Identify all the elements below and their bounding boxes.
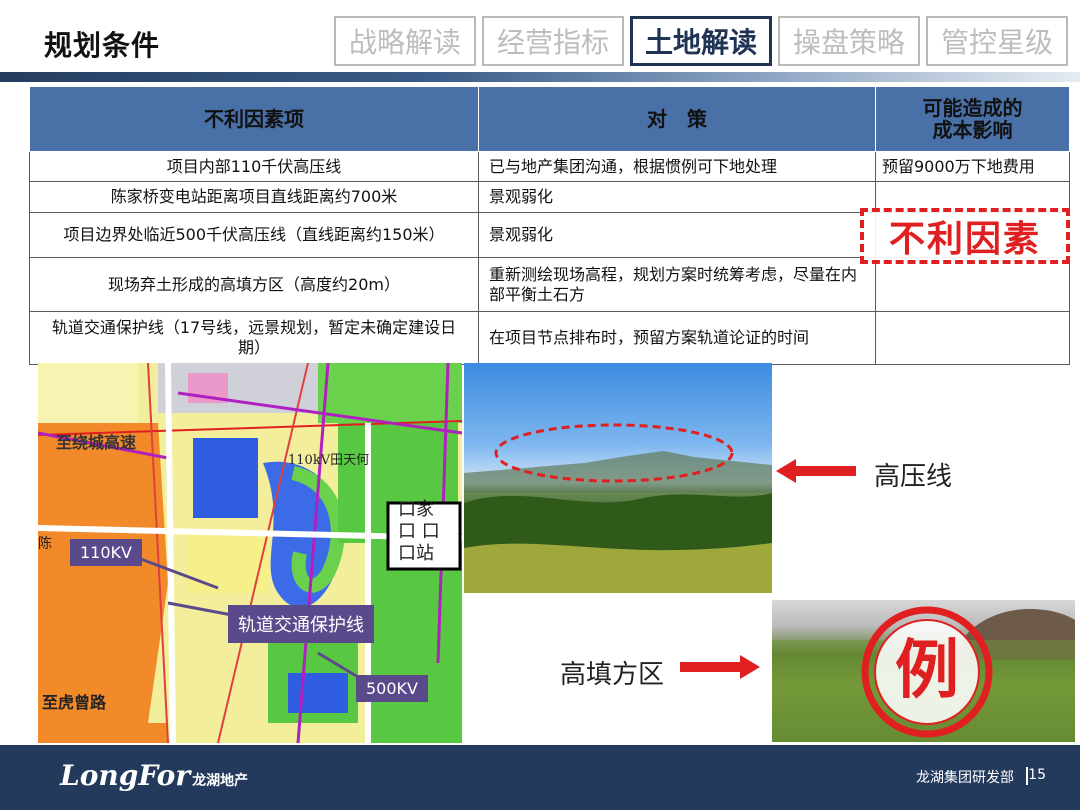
section-tabs: 战略解读 经营指标 土地解读 操盘策略 管控星级 [334,16,1068,66]
map-left-edge-label: 陈 [38,536,52,552]
table-cell: 在项目节点排布时，预留方案轨道论证的时间 [478,311,876,365]
tab-operations[interactable]: 经营指标 [482,16,624,66]
table-cell: 现场弃土形成的高填方区（高度约20m） [29,257,479,312]
map-road-label-top: 至绕城高速 [56,433,137,452]
arrow-high-fill [680,655,760,679]
table-row: 轨道交通保护线（17号线，远景规划，暂定未确定建设日期） 在项目节点排布时，预留… [29,311,1070,365]
table-row: 现场弃土形成的高填方区（高度约20m） 重新测绘现场高程，规划方案时统筹考虑，尽… [29,257,1070,312]
table-header-cell: 可能造成的 成本影响 [875,86,1070,152]
annotation-high-voltage: 高压线 [874,462,953,492]
logo-text: LongFor [60,759,191,792]
arrow-high-voltage [776,459,856,483]
table-cell [875,311,1070,365]
annotation-high-fill: 高填方区 [560,660,665,690]
page-number: 15 [1028,767,1046,783]
map-road-label-bottom: 至虎曾路 [42,693,107,712]
map-line-label: 110kV田天何 [288,453,370,468]
company-logo: LongFor 龙湖地产 [60,759,248,792]
table-header-cell: 不利因素项 [29,86,479,152]
tab-control[interactable]: 管控星级 [926,16,1068,66]
table-cell [875,257,1070,312]
table-cell: 项目边界处临近500千伏高压线（直线距离约150米） [29,212,479,258]
map-label-110kv: 110KV [70,539,142,566]
map-label-rail-protection: 轨道交通保护线 [228,605,374,643]
table-header-row: 不利因素项 对 策 可能造成的 成本影响 [29,86,1070,152]
table-cell: 已与地产集团沟通，根据惯例可下地处理 [478,151,876,182]
map-label-500kv: 500KV [356,675,428,702]
table-cell: 重新测绘现场高程，规划方案时统筹考虑，尽量在内部平衡土石方 [478,257,876,312]
table-cell: 轨道交通保护线（17号线，远景规划，暂定未确定建设日期） [29,311,479,365]
map-station-label: 口家 口 口 口站 [398,499,440,564]
table-cell: 陈家桥变电站距离项目直线距离约700米 [29,181,479,213]
table-cell: 项目内部110千伏高压线 [29,151,479,182]
high-voltage-photo-graphic [464,423,772,593]
tab-tactics[interactable]: 操盘策略 [778,16,920,66]
adverse-factor-stamp: 不利因素 [860,208,1070,264]
logo-cn-text: 龙湖地产 [192,773,249,789]
page-title: 规划条件 [44,29,161,62]
table-row: 项目内部110千伏高压线 已与地产集团沟通，根据惯例可下地处理 预留9000万下… [29,151,1070,182]
header-rule [0,72,1080,82]
high-fill-photo: 例 [772,600,1075,742]
table-cell: 预留9000万下地费用 [875,151,1070,182]
tab-strategy[interactable]: 战略解读 [334,16,476,66]
table-header-cell: 对 策 [478,86,876,152]
high-voltage-photo [464,363,772,593]
planning-map: 至绕城高速 陈 110kV田天何 口家 口 口 口站 至虎曾路 110KV 轨道… [38,363,462,743]
footer-bar: LongFor 龙湖地产 龙湖集团研发部 15 [0,745,1080,810]
example-stamp: 例 [895,634,959,708]
table-cell: 景观弱化 [478,212,876,258]
table-cell: 景观弱化 [478,181,876,213]
tab-land[interactable]: 土地解读 [630,16,772,66]
footer-department: 龙湖集团研发部 [916,770,1014,786]
